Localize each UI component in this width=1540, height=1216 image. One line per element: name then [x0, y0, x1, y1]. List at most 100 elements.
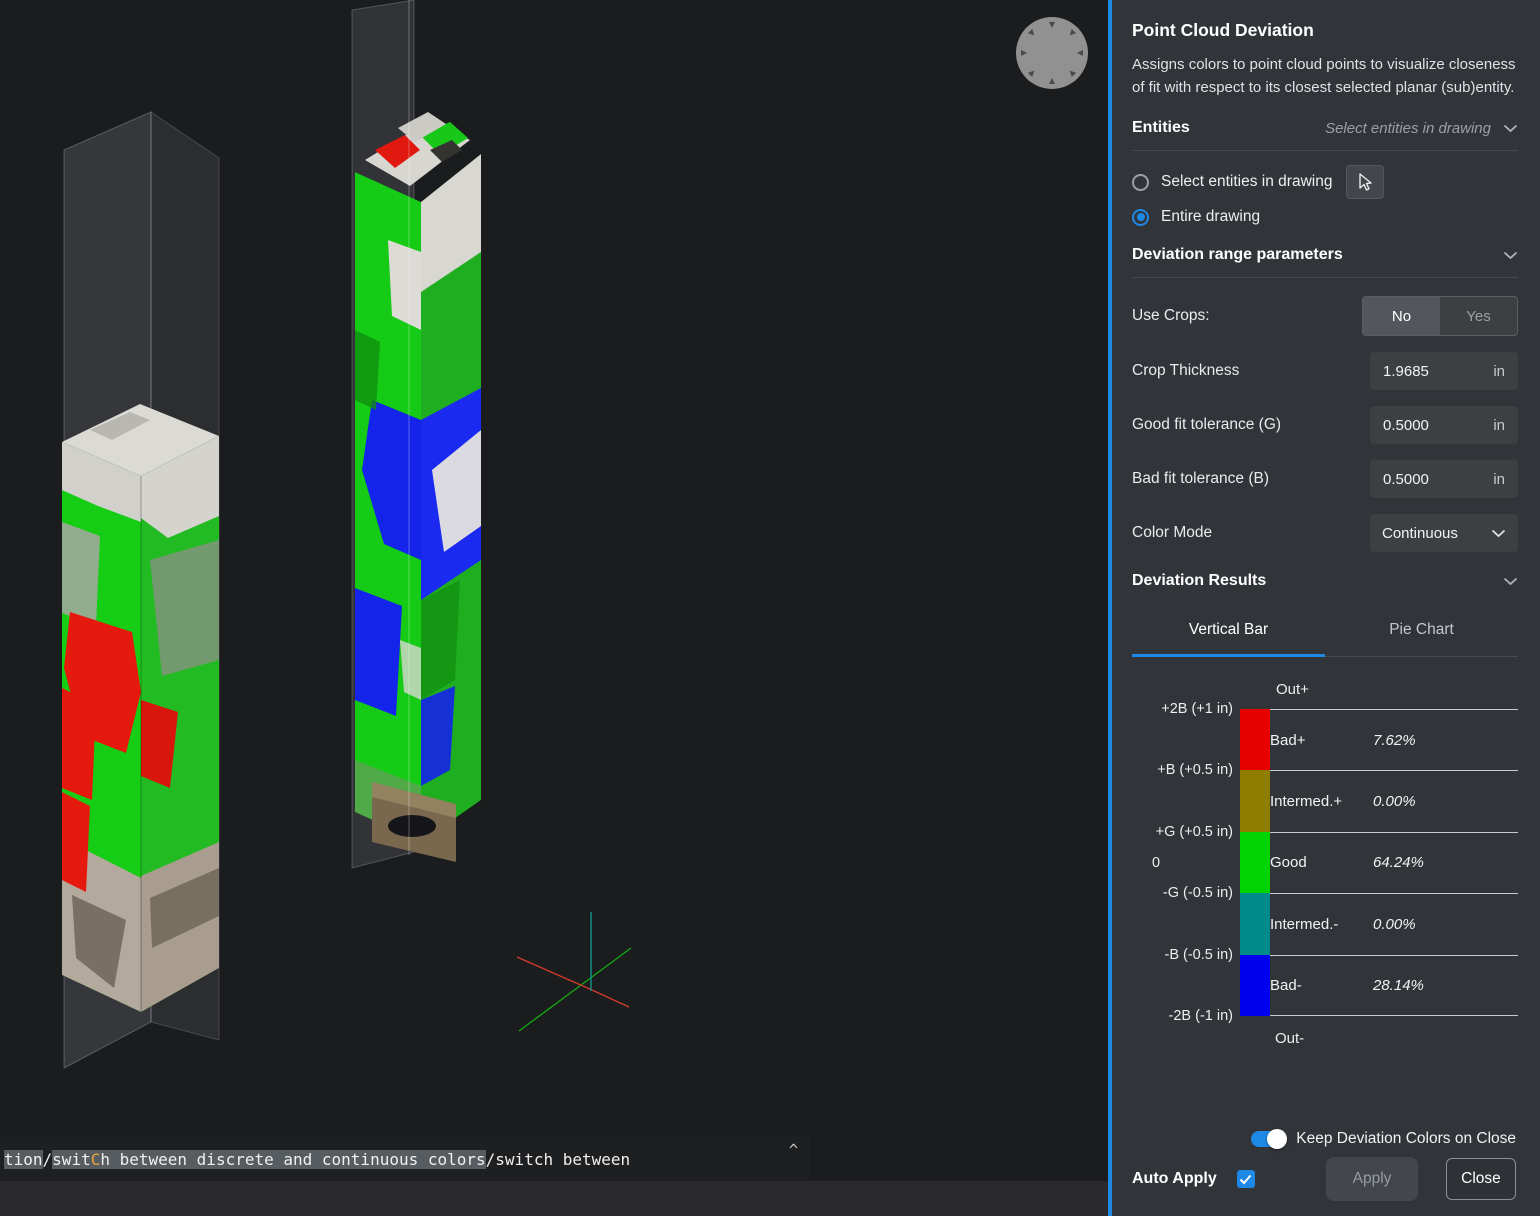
radio-selected-icon[interactable]: [1132, 208, 1149, 226]
axis-indicator: [516, 912, 632, 1032]
chart-axis-ticks: +2B (+1 in) +B (+0.5 in) +G (+0.5 in) 0 …: [1132, 701, 1240, 1024]
chart-segment-row: Bad- 28.14%: [1240, 954, 1518, 1016]
pick-entities-button[interactable]: [1346, 165, 1385, 199]
keep-colors-toggle[interactable]: [1251, 1128, 1288, 1149]
deviation-results-section-header[interactable]: Deviation Results: [1132, 572, 1518, 592]
tick-label: -2B (-1 in): [1168, 1008, 1233, 1024]
command-history-expander[interactable]: ^: [789, 1141, 798, 1159]
out-plus-label: Out+: [1276, 681, 1309, 698]
keep-colors-label: Keep Deviation Colors on Close: [1296, 1130, 1516, 1147]
tick-label-zero: 0: [1152, 854, 1161, 871]
segment-name: Intermed.-: [1270, 915, 1339, 933]
command-text-highlight: h between discrete and continuous colors: [100, 1149, 486, 1169]
crop-thickness-value: 1.9685: [1383, 362, 1429, 380]
crop-thickness-label: Crop Thickness: [1132, 362, 1240, 379]
chart-stacked-bar: Bad+ 7.62% Intermed.+ 0.00% Good 64.24% Int…: [1240, 709, 1518, 1016]
segment-percent: 28.14%: [1373, 977, 1424, 995]
radio-unselected-icon[interactable]: [1132, 173, 1149, 191]
segment-name: Bad-: [1270, 977, 1302, 995]
chevron-down-icon[interactable]: [1503, 577, 1518, 586]
tick-label: +B (+0.5 in): [1157, 762, 1233, 779]
point-cloud-deviation-panel: Point Cloud Deviation Assigns colors to …: [1108, 0, 1540, 1216]
segment-swatch-good: [1240, 831, 1270, 894]
bad-fit-row: Bad fit tolerance (B) 0.5000 in: [1132, 460, 1518, 498]
segment-percent: 0.00%: [1373, 915, 1416, 933]
color-mode-value: Continuous: [1382, 524, 1458, 542]
auto-apply-label: Auto Apply: [1132, 1170, 1217, 1187]
point-cloud-scene: [62, 0, 632, 1069]
results-tabs: Vertical Bar Pie Chart: [1132, 606, 1518, 657]
deviation-vertical-bar-chart: Out+ +2B (+1 in) +B (+0.5 in) +G (+0.5 i…: [1132, 681, 1518, 1047]
point-cloud-column-left: [62, 404, 219, 1012]
radio-entire-drawing[interactable]: Entire drawing: [1132, 208, 1518, 226]
chevron-down-icon[interactable]: [1503, 124, 1518, 133]
segment-percent: 0.00%: [1373, 793, 1416, 811]
chevron-down-icon: [1491, 529, 1506, 537]
segment-name: Intermed.+: [1270, 793, 1343, 811]
tick-label: -G (-0.5 in): [1162, 885, 1233, 902]
tick-label: +2B (+1 in): [1161, 701, 1233, 717]
use-crops-toggle[interactable]: No Yes: [1362, 296, 1518, 336]
crop-thickness-input[interactable]: 1.9685 in: [1370, 352, 1518, 390]
color-mode-row: Color Mode Continuous: [1132, 514, 1518, 552]
chart-segment-row: Intermed.- 0.00%: [1240, 893, 1518, 955]
command-text: /switch between: [485, 1149, 631, 1169]
radio-select-entities[interactable]: Select entities in drawing: [1132, 165, 1518, 199]
chart-segment-row: Intermed.+ 0.00%: [1240, 770, 1518, 832]
radio-entire-drawing-label: Entire drawing: [1161, 208, 1261, 225]
deviation-range-section-header[interactable]: Deviation range parameters: [1132, 246, 1518, 278]
segment-swatch-intermed-minus: [1240, 893, 1270, 955]
use-crops-label: Use Crops:: [1132, 307, 1210, 324]
apply-button[interactable]: Apply: [1326, 1157, 1418, 1201]
tab-vertical-bar[interactable]: Vertical Bar: [1132, 606, 1325, 657]
bad-fit-value: 0.5000: [1383, 470, 1429, 488]
good-fit-input[interactable]: 0.5000 in: [1370, 406, 1518, 444]
keep-colors-row: Keep Deviation Colors on Close: [1132, 1128, 1516, 1149]
cursor-arrow-icon: [1359, 173, 1373, 191]
bad-fit-label: Bad fit tolerance (B): [1132, 470, 1269, 487]
entities-section-header[interactable]: Entities Select entities in drawing: [1132, 119, 1518, 151]
entities-header-label: Entities: [1132, 119, 1190, 136]
auto-apply-checkbox[interactable]: [1236, 1170, 1255, 1188]
viewport-3d[interactable]: tion / swit Ch between discrete and continu…: [0, 0, 1108, 1216]
command-text: /: [42, 1149, 53, 1169]
checkmark-icon: [1240, 1174, 1252, 1184]
good-fit-label: Good fit tolerance (G): [1132, 416, 1282, 433]
bad-fit-input[interactable]: 0.5000 in: [1370, 460, 1518, 498]
close-button[interactable]: Close: [1446, 1158, 1516, 1200]
tab-pie-chart[interactable]: Pie Chart: [1325, 606, 1518, 656]
color-mode-label: Color Mode: [1132, 524, 1213, 541]
good-fit-row: Good fit tolerance (G) 0.5000 in: [1132, 406, 1518, 444]
crop-thickness-unit: in: [1493, 362, 1505, 380]
radio-select-entities-label: Select entities in drawing: [1161, 173, 1333, 190]
status-strip: [0, 1181, 1108, 1216]
segment-percent: 7.62%: [1373, 731, 1416, 749]
out-minus-label: Out-: [1275, 1030, 1305, 1047]
segment-swatch-bad-minus: [1240, 954, 1270, 1016]
chart-segment-row: Bad+ 7.62%: [1240, 709, 1518, 771]
good-fit-unit: in: [1493, 416, 1505, 434]
good-fit-value: 0.5000: [1383, 416, 1429, 434]
segment-swatch-intermed-plus: [1240, 770, 1270, 832]
panel-footer: Auto Apply Apply Close: [1132, 1157, 1516, 1201]
use-crops-yes-option[interactable]: Yes: [1440, 297, 1517, 335]
use-crops-no-option[interactable]: No: [1363, 297, 1440, 335]
command-text-highlight: swit: [52, 1149, 91, 1169]
deviation-results-header-label: Deviation Results: [1132, 572, 1267, 589]
panel-description: Assigns colors to point cloud points to …: [1132, 56, 1516, 96]
chevron-down-icon[interactable]: [1503, 251, 1518, 260]
entities-collapsed-hint: Select entities in drawing: [1325, 119, 1491, 137]
segment-percent: 64.24%: [1373, 854, 1424, 872]
tick-label: +G (+0.5 in): [1155, 823, 1233, 840]
segment-name: Bad+: [1270, 731, 1306, 749]
bad-fit-unit: in: [1493, 470, 1505, 488]
panel-title: Point Cloud Deviation: [1132, 20, 1314, 40]
color-mode-dropdown[interactable]: Continuous: [1370, 514, 1518, 552]
segment-name: Good: [1270, 854, 1307, 872]
command-text-highlight: tion: [4, 1149, 43, 1169]
command-text-hotkey: C: [90, 1149, 101, 1169]
command-line[interactable]: tion / swit Ch between discrete and continu…: [0, 1137, 810, 1181]
chart-segment-row: Good 64.24%: [1240, 831, 1518, 894]
navigation-compass[interactable]: [1014, 15, 1090, 91]
crop-thickness-row: Crop Thickness 1.9685 in: [1132, 352, 1518, 390]
